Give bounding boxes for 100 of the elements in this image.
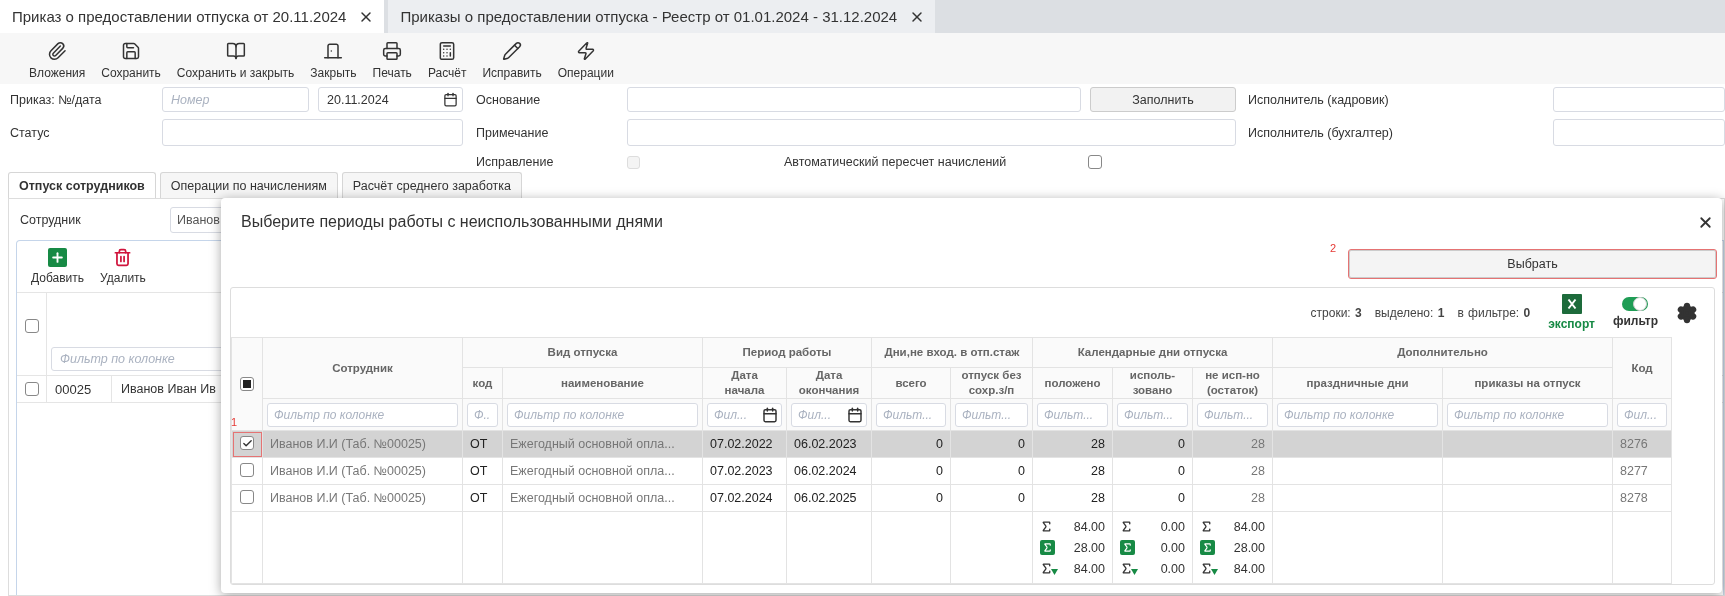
table-cell: Ежегодный основной опла... <box>502 484 703 512</box>
section-tab[interactable]: Отпуск сотрудников <box>8 172 156 198</box>
column-header: Сотрудник <box>262 337 463 399</box>
total-value: 28.00 <box>1233 540 1265 555</box>
save-icon <box>121 41 142 61</box>
toolbar-button[interactable]: Печать <box>365 41 419 80</box>
settings-icon[interactable] <box>1676 301 1698 324</box>
filter-toggle[interactable]: фильтр <box>1612 297 1658 328</box>
total-value: 0.00 <box>1160 540 1185 555</box>
checkbox[interactable] <box>24 382 39 396</box>
checkbox[interactable] <box>24 319 39 333</box>
filtered-sum-icon <box>1120 562 1138 575</box>
delete-button[interactable]: Удалить <box>100 248 146 292</box>
sum-icon <box>1200 540 1215 555</box>
total-value: 28.00 <box>1073 540 1105 555</box>
total-value: 84.00 <box>1073 561 1105 576</box>
filter-field[interactable]: Фильт... <box>955 402 1028 427</box>
checkbox[interactable] <box>240 436 254 451</box>
filter-field[interactable]: Фил... <box>791 402 867 427</box>
checkbox[interactable] <box>240 489 254 504</box>
sum-icon <box>1120 540 1135 555</box>
toolbar-button[interactable]: Исправить <box>475 41 549 80</box>
checkbox[interactable] <box>240 462 254 477</box>
toolbar-button[interactable]: Операции <box>550 41 621 80</box>
book-icon <box>225 41 246 61</box>
checkbox[interactable] <box>240 376 254 391</box>
export-button[interactable]: экспорт <box>1548 294 1595 331</box>
filter-field[interactable]: Фильт... <box>1197 402 1268 427</box>
calendar-icon[interactable] <box>443 92 458 107</box>
fill-button[interactable]: Заполнить <box>1090 87 1236 112</box>
filter-field[interactable]: Фильт... <box>876 402 946 427</box>
hr-field[interactable] <box>1553 87 1725 112</box>
table-cell: 07.02.2024 <box>702 484 787 512</box>
table-cell: 28 <box>1032 457 1113 485</box>
table-cell: 0 <box>1112 430 1193 458</box>
note-field[interactable] <box>627 119 1236 146</box>
column-group-header: Дни,не вход. в отп.стаж <box>871 337 1033 368</box>
section-tab[interactable]: Операции по начислениям <box>159 172 338 198</box>
column-header: приказы на отпуск <box>1442 367 1613 399</box>
select-button[interactable]: Выбрать <box>1349 250 1716 278</box>
document-tab[interactable]: Приказ о предоставлении отпуска от 20.11.2024 <box>0 0 385 33</box>
add-button[interactable]: Добавить <box>31 248 85 292</box>
table-cell: Иванов И.И (Таб. №00025) <box>262 457 463 485</box>
toolbar-button[interactable]: Сохранить <box>94 41 168 80</box>
table-cell: 07.02.2022 <box>702 430 787 458</box>
total-value: 84.00 <box>1233 519 1265 534</box>
plus-icon <box>48 248 67 267</box>
toolbar-button[interactable]: Сохранить и закрыть <box>169 41 302 80</box>
column-header: исполь- зовано <box>1112 367 1193 399</box>
total-value: 84.00 <box>1073 519 1105 534</box>
filter-field[interactable]: Фильт... <box>1117 402 1188 427</box>
table-cell: 0 <box>871 430 951 458</box>
accountant-field[interactable] <box>1553 119 1725 146</box>
row-stats: строки: 3 выделено: 1 в фильтре: 0 <box>1310 305 1531 320</box>
field-label: Исполнитель (кадровик) <box>1247 92 1390 107</box>
filter-field[interactable]: Фильт... <box>1037 402 1108 427</box>
table-cell: 28 <box>1032 430 1113 458</box>
column-header: Дата окончания <box>786 367 872 399</box>
status-field[interactable] <box>162 119 463 146</box>
field-label: Автоматический пересчет начислений <box>783 155 1008 169</box>
trash-icon <box>113 248 133 267</box>
table-cell: Ежегодный основной опла... <box>502 457 703 485</box>
annotation-number: 2 <box>1330 242 1337 254</box>
field-label: Исправление <box>475 155 555 169</box>
table-cell: Иванов И.И (Таб. №00025) <box>262 484 463 512</box>
toolbar-button[interactable]: Закрыть <box>303 41 364 80</box>
number-field[interactable]: Номер <box>162 87 309 112</box>
calendar-icon[interactable] <box>847 406 863 423</box>
filter-field[interactable]: Фильтр по колонке <box>1277 402 1438 427</box>
filter-field[interactable]: Ф.. <box>467 402 498 427</box>
calendar-icon[interactable] <box>762 406 778 423</box>
filtered-sum-icon <box>1040 562 1058 575</box>
table-cell: 28 <box>1192 484 1273 512</box>
document-tab[interactable]: Приказы о предоставлении отпуска - Реестр от 01.01.2024 - 31.12.2024 <box>388 0 936 33</box>
table-cell: 06.02.2025 <box>786 484 872 512</box>
toolbar-button[interactable]: Вложения <box>22 41 93 80</box>
total-value: 0.00 <box>1160 561 1185 576</box>
filter-field[interactable]: Фил... <box>1617 402 1667 427</box>
column-header: всего <box>871 367 951 399</box>
table-cell: 07.02.2023 <box>702 457 787 485</box>
filter-field[interactable]: Фил... <box>707 402 782 427</box>
toolbar-button[interactable]: Расчёт <box>420 41 474 80</box>
printer-icon <box>382 41 403 61</box>
date-value: 20.11.2024 <box>327 92 389 107</box>
field-label: Исполнитель (бухгалтер) <box>1247 125 1394 140</box>
filter-field[interactable]: Фильтр по колонке <box>507 402 698 427</box>
field-label: Приказ: №/дата <box>10 92 103 107</box>
total-value: 0.00 <box>1160 519 1185 534</box>
filter-field[interactable]: Фильтр по колонке <box>267 402 458 427</box>
filter-field[interactable]: Фильтр по колонке <box>1447 402 1608 427</box>
date-field[interactable]: 20.11.2024 <box>318 87 463 112</box>
checkbox[interactable] <box>1088 155 1102 169</box>
section-tab[interactable]: Расчёт среднего заработка <box>341 172 522 198</box>
column-header: Код <box>1612 337 1672 399</box>
column-group-header: Дополнительно <box>1272 337 1613 368</box>
sum-icon <box>1040 520 1053 533</box>
dialog-title: Выберите периоды работы с неиспользованными днями <box>241 213 663 231</box>
table-cell: Ежегодный основной опла... <box>502 430 703 458</box>
basis-field[interactable] <box>627 87 1081 112</box>
table-cell: 28 <box>1032 484 1113 512</box>
